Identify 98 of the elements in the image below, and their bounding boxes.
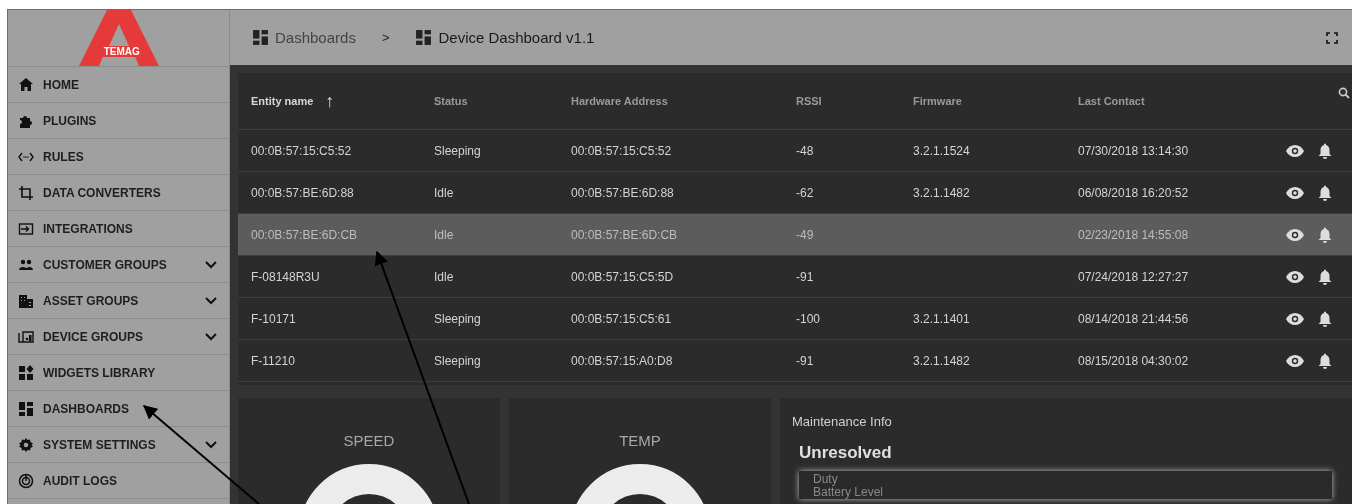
sidebar-item[interactable]: INTEGRATIONS (8, 211, 229, 247)
table-cell: F-11210 (251, 353, 295, 368)
devices-icon (18, 328, 34, 345)
bell-icon[interactable] (1318, 142, 1332, 159)
settings-icon (18, 436, 34, 453)
table-cell: F-08148R3U (251, 269, 320, 284)
building-icon (18, 292, 34, 309)
table-cell: 3.2.1.1482 (913, 185, 970, 200)
chevron-icon (205, 296, 217, 305)
chevron-icon (205, 440, 217, 449)
eye-icon[interactable] (1286, 144, 1304, 157)
table-cell: 07/30/2018 13:14:30 (1078, 143, 1189, 158)
column-header[interactable]: RSSI (796, 95, 822, 107)
table-cell: 02/23/2018 14:55:08 (1078, 227, 1189, 242)
sidebar-item[interactable]: ASSET GROUPS (8, 283, 229, 319)
table-cell: 00:0B:57:15:C5:52 (251, 143, 352, 158)
sidebar-item[interactable]: DEVICE GROUPS (8, 319, 229, 355)
table-cell: 00:0B:57:BE:6D:CB (251, 227, 358, 242)
logo-letter-icon (78, 10, 159, 66)
sidebar-item[interactable]: CUSTOMER GROUPS (8, 247, 229, 283)
breadcrumb-current: Device Dashboard v1.1 (438, 29, 595, 46)
sidebar-item[interactable]: PLUGINS (8, 103, 229, 139)
table-cell: 00:0B:57:15:A0:D8 (571, 353, 673, 368)
table-cell: 00:0B:57:15:C5:61 (571, 311, 672, 326)
column-header[interactable]: Firmware (913, 95, 962, 107)
bell-icon[interactable] (1318, 310, 1332, 327)
list-item: Battery Level (813, 486, 885, 499)
eye-icon[interactable] (1286, 270, 1304, 283)
breadcrumb-link[interactable]: Dashboards (275, 29, 356, 46)
section-heading: Unresolved (799, 443, 893, 463)
radar-icon (18, 472, 34, 489)
sidebar-item[interactable]: HOME (8, 67, 229, 103)
eye-icon[interactable] (1286, 354, 1304, 367)
table-cell: 3.2.1.1524 (913, 143, 970, 158)
table-row[interactable]: F-08148R3U Idle 00:0B:57:15:C5:5D -91 07/24/2018 12:27:27 (238, 256, 1352, 298)
sidebar-item[interactable]: AUDIT LOGS (8, 463, 229, 499)
chevron-icon (205, 260, 217, 269)
column-header[interactable]: Entity name (251, 95, 314, 107)
table-cell: -100 (796, 311, 821, 326)
home-icon (18, 76, 34, 93)
table-row[interactable]: F-11210 Sleeping 00:0B:57:15:A0:D8 -91 3.2.1.1482 08/15/2018 04:30:02 (238, 340, 1352, 382)
logo-text: TEMAG (101, 46, 142, 57)
table-cell: Idle (434, 227, 454, 242)
table-cell: 00:0B:57:15:C5:52 (571, 143, 672, 158)
table-cell: F-10171 (251, 311, 296, 326)
table-cell: -49 (796, 227, 814, 242)
dashboard-icon (252, 29, 269, 46)
sidebar-item[interactable]: DASHBOARDS (8, 391, 229, 427)
eye-icon[interactable] (1286, 186, 1304, 199)
table-cell: 3.2.1.1482 (913, 353, 970, 368)
chevron-icon (205, 332, 217, 341)
dashboard-icon (18, 400, 34, 417)
search-icon[interactable] (1338, 87, 1350, 99)
table-cell: Sleeping (434, 311, 481, 326)
eye-icon[interactable] (1286, 228, 1304, 241)
table-cell: Sleeping (434, 143, 481, 158)
table-cell: -62 (796, 185, 814, 200)
table-cell: Idle (434, 269, 454, 284)
sidebar-item[interactable]: RULES (8, 139, 229, 175)
list-item: Duty (813, 473, 839, 486)
bell-icon[interactable] (1318, 184, 1332, 201)
sidebar-item[interactable]: DATA CONVERTERS (8, 175, 229, 211)
panel-title: Maintenance Info (792, 414, 893, 429)
table-row[interactable]: 00:0B:57:BE:6D:CB Idle 00:0B:57:BE:6D:CB -49 02/23/2018 14:55:08 (238, 214, 1352, 256)
sidebar-item[interactable]: SYSTEM SETTINGS (8, 427, 229, 463)
bell-icon[interactable] (1318, 226, 1332, 243)
widgets-icon (18, 364, 34, 381)
dashboard-icon (415, 29, 433, 46)
table-cell: 00:0B:57:BE:6D:88 (251, 185, 354, 200)
column-header[interactable]: Hardware Address (571, 95, 668, 107)
table-cell: 08/15/2018 04:30:02 (1078, 353, 1189, 368)
table-cell: 08/14/2018 21:44:56 (1078, 311, 1189, 326)
gauge-title: SPEED (343, 432, 395, 449)
table-cell: 07/24/2018 12:27:27 (1078, 269, 1189, 284)
table-cell: 06/08/2018 16:20:52 (1078, 185, 1189, 200)
table-cell: 00:0B:57:BE:6D:88 (571, 185, 674, 200)
table-row[interactable]: F-10171 Sleeping 00:0B:57:15:C5:61 -100 3.2.1.1401 08/14/2018 21:44:56 (238, 298, 1352, 340)
bell-icon[interactable] (1318, 268, 1332, 285)
table-cell: 3.2.1.1401 (913, 311, 970, 326)
table-cell: Sleeping (434, 353, 481, 368)
column-header[interactable]: Last Contact (1078, 95, 1145, 107)
table-row[interactable]: 00:0B:57:15:C5:52 Sleeping 00:0B:57:15:C5:52 -48 3.2.1.1524 07/30/2018 13:14:30 (238, 130, 1352, 172)
table-cell: Idle (434, 185, 454, 200)
breadcrumb-separator: > (381, 30, 390, 45)
bell-icon[interactable] (1318, 352, 1332, 369)
table-cell: 00:0B:57:15:C5:5D (571, 269, 674, 284)
table-cell: -91 (796, 269, 814, 284)
eye-icon[interactable] (1286, 312, 1304, 325)
sidebar-item[interactable]: WIDGETS LIBRARY (8, 355, 229, 391)
table-cell: -91 (796, 353, 814, 368)
table-cell: -48 (796, 143, 814, 158)
input-icon (18, 220, 34, 237)
table-cell: 00:0B:57:BE:6D:CB (571, 227, 678, 242)
column-header[interactable]: Status (434, 95, 468, 107)
fullscreen-icon[interactable] (1326, 31, 1338, 44)
gauge-title: TEMP (619, 432, 661, 449)
sort-arrow[interactable]: ↑ (325, 90, 335, 112)
crop-icon (18, 184, 34, 201)
